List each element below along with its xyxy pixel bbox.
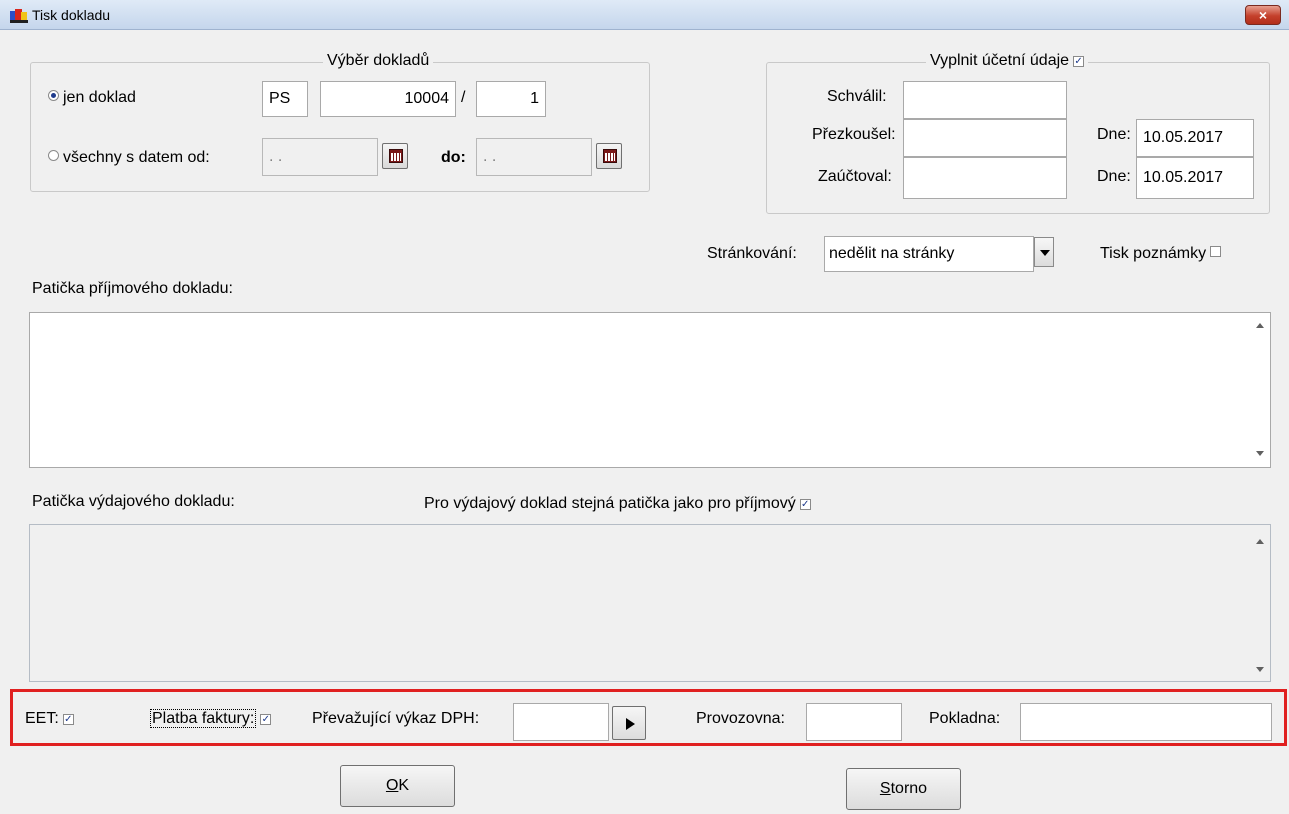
radio-single-indicator[interactable] [48,90,59,101]
reviewed-date-label: Dne: [1097,126,1131,143]
reviewed-label: Přezkoušel: [812,126,896,143]
establishment-label: Provozovna: [696,710,785,727]
posted-date-field[interactable]: 10.05.2017 [1136,157,1254,199]
income-footer-textarea[interactable] [29,312,1271,468]
same-footer-option[interactable]: Pro výdajový doklad stejná patička jako … [424,495,811,513]
approved-label: Schválil: [827,88,887,105]
register-label: Pokladna: [929,710,1001,727]
eet-checkbox[interactable]: ✓ [62,714,74,725]
window-title: Tisk dokladu [32,7,111,23]
date-from-calendar-button[interactable] [382,143,408,169]
invoice-payment-label: Platba faktury: [150,709,257,728]
print-note-checkbox[interactable] [1210,246,1222,257]
print-note-label: Tisk poznámky [1100,245,1207,262]
date-to-field[interactable]: . . [476,138,592,176]
invoice-payment-option[interactable]: Platba faktury: ✓ [150,709,272,728]
document-separator: / [461,89,466,106]
calendar-icon [389,149,403,163]
invoice-payment-checkbox[interactable]: ✓ [260,714,272,725]
approved-field[interactable] [903,81,1067,119]
register-field[interactable] [1020,703,1272,741]
dialog-window: Tisk dokladu × Výběr dokladů jen doklad … [0,0,1289,814]
date-from-field[interactable]: . . [262,138,378,176]
vat-report-play-button[interactable] [612,706,646,740]
radio-range-label: všechny s datem od: [63,149,210,166]
radio-date-range[interactable]: všechny s datem od: [48,149,210,167]
close-button[interactable]: × [1245,5,1281,25]
app-icon [10,9,28,23]
document-type-field[interactable]: PS [262,81,308,117]
posted-field[interactable] [903,157,1067,199]
expense-footer-label: Patička výdajového dokladu: [32,493,235,510]
same-footer-checkbox[interactable]: ✓ [799,499,811,510]
title-bar: Tisk dokladu × [0,0,1289,30]
document-sub-field[interactable]: 1 [476,81,546,117]
cancel-button-access-key: S [879,780,891,797]
paging-select[interactable]: nedělit na stránky [824,236,1034,272]
print-note-option[interactable]: Tisk poznámky [1100,245,1222,263]
ok-button-access-key: O [385,777,399,794]
expense-footer-textarea[interactable] [29,524,1271,682]
posted-label: Zaúčtoval: [818,168,892,185]
ok-button-label: K [398,777,410,794]
radio-single-label: jen doklad [63,89,136,106]
date-to-calendar-button[interactable] [596,143,622,169]
document-number-field[interactable]: 10004 [320,81,456,117]
scroll-down-arrow[interactable] [1256,451,1264,456]
eet-option[interactable]: EET: ✓ [25,710,74,728]
eet-label: EET: [25,710,59,727]
accounting-fill-checkbox[interactable]: ✓ [1073,56,1085,67]
paging-dropdown-button[interactable] [1034,237,1054,267]
vat-report-label: Převažující výkaz DPH: [312,710,480,727]
cancel-button[interactable]: Storno [846,768,961,810]
document-selection-title: Výběr dokladů [323,52,434,70]
scroll-down-arrow[interactable] [1256,667,1264,672]
paging-label: Stránkování: [707,245,797,262]
reviewed-date-field[interactable]: 10.05.2017 [1136,119,1254,157]
same-footer-label: Pro výdajový doklad stejná patička jako … [424,495,796,512]
establishment-field[interactable] [806,703,902,741]
date-to-label: do: [441,149,466,166]
close-icon: × [1258,7,1268,23]
scroll-up-arrow[interactable] [1256,539,1264,544]
reviewed-field[interactable] [903,119,1067,157]
radio-single-document[interactable]: jen doklad [48,89,136,107]
ok-button[interactable]: OK [340,765,455,807]
accounting-title-label: Vyplnit účetní údaje [930,52,1070,69]
scroll-up-arrow[interactable] [1256,323,1264,328]
cancel-button-label: torno [890,780,928,797]
posted-date-label: Dne: [1097,168,1131,185]
income-footer-label: Patička příjmového dokladu: [32,280,233,297]
calendar-icon [603,149,617,163]
vat-report-field[interactable] [513,703,609,741]
radio-range-indicator[interactable] [48,150,59,161]
accounting-title: Vyplnit účetní údaje ✓ [926,52,1089,70]
